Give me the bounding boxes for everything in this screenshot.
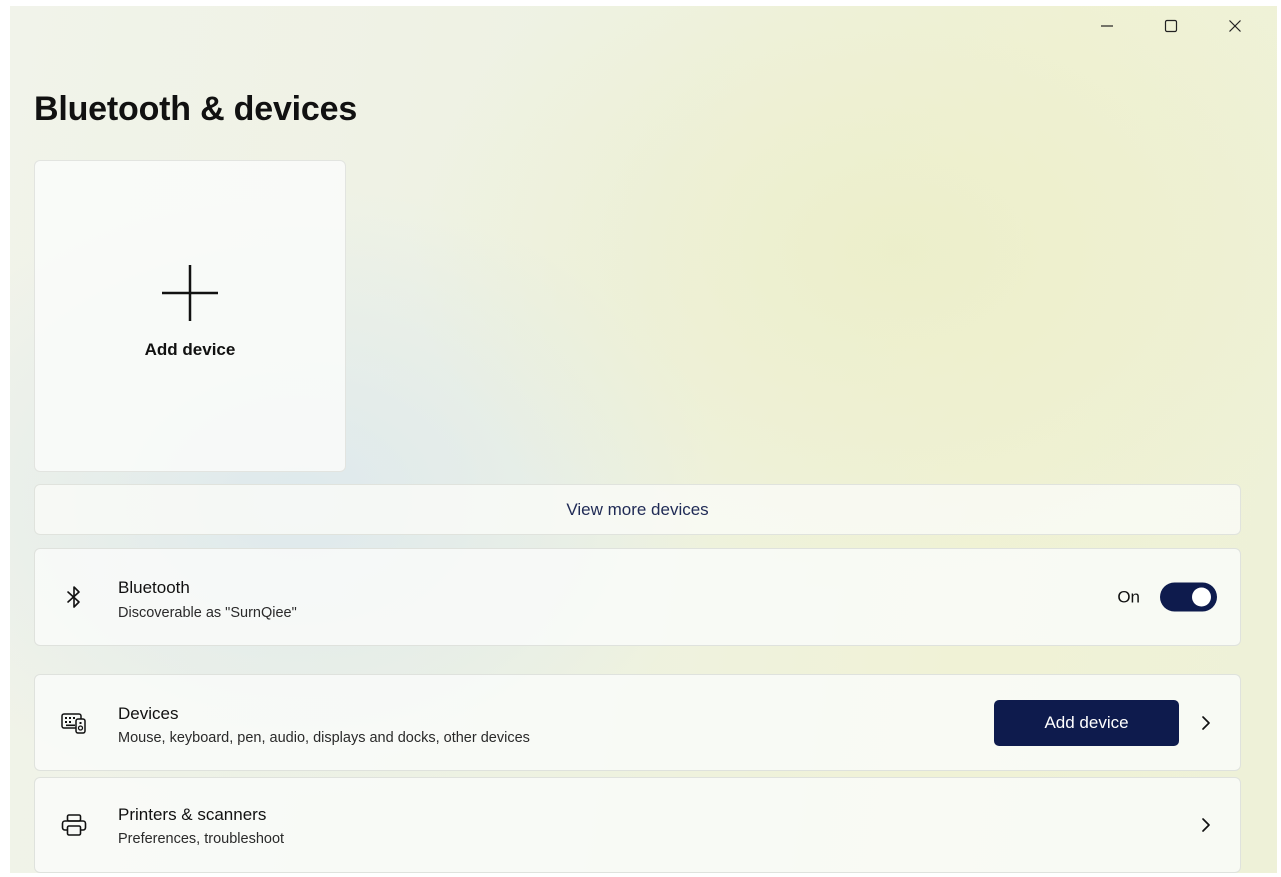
minimize-button[interactable]	[1075, 6, 1139, 46]
maximize-icon	[1164, 19, 1178, 33]
printers-card[interactable]: Printers & scanners Preferences, trouble…	[34, 777, 1241, 873]
printer-icon	[61, 812, 87, 838]
maximize-button[interactable]	[1139, 6, 1203, 46]
toggle-knob	[1192, 587, 1211, 607]
close-icon	[1229, 20, 1241, 32]
printers-title: Printers & scanners	[118, 805, 267, 824]
close-button[interactable]	[1203, 6, 1267, 46]
minimize-icon	[1101, 25, 1113, 27]
keyboard-device-icon	[61, 710, 87, 736]
window-controls	[1075, 6, 1267, 46]
chevron-right-icon[interactable]	[1200, 816, 1212, 834]
chevron-right-icon[interactable]	[1200, 714, 1212, 732]
devices-title: Devices	[118, 704, 179, 723]
printers-subtitle: Preferences, troubleshoot	[118, 831, 285, 847]
bluetooth-icon	[61, 584, 87, 610]
devices-card[interactable]: Devices Mouse, keyboard, pen, audio, dis…	[34, 674, 1241, 771]
add-device-button[interactable]: Add device	[994, 700, 1179, 746]
bluetooth-toggle[interactable]	[1160, 582, 1217, 612]
bluetooth-toggle-state: On	[1117, 587, 1140, 606]
bluetooth-card: Bluetooth Discoverable as "SurnQiee" On	[34, 548, 1241, 646]
bluetooth-subtitle: Discoverable as "SurnQiee"	[118, 605, 297, 621]
bluetooth-toggle-group: On	[1117, 582, 1217, 612]
add-device-tile[interactable]: Add device	[34, 160, 346, 472]
bluetooth-title: Bluetooth	[118, 578, 190, 597]
add-device-tile-label: Add device	[144, 340, 236, 359]
page-title: Bluetooth & devices	[34, 90, 358, 128]
plus-icon	[162, 265, 218, 321]
devices-subtitle: Mouse, keyboard, pen, audio, displays an…	[118, 730, 530, 746]
view-more-devices-button[interactable]: View more devices	[34, 484, 1241, 535]
